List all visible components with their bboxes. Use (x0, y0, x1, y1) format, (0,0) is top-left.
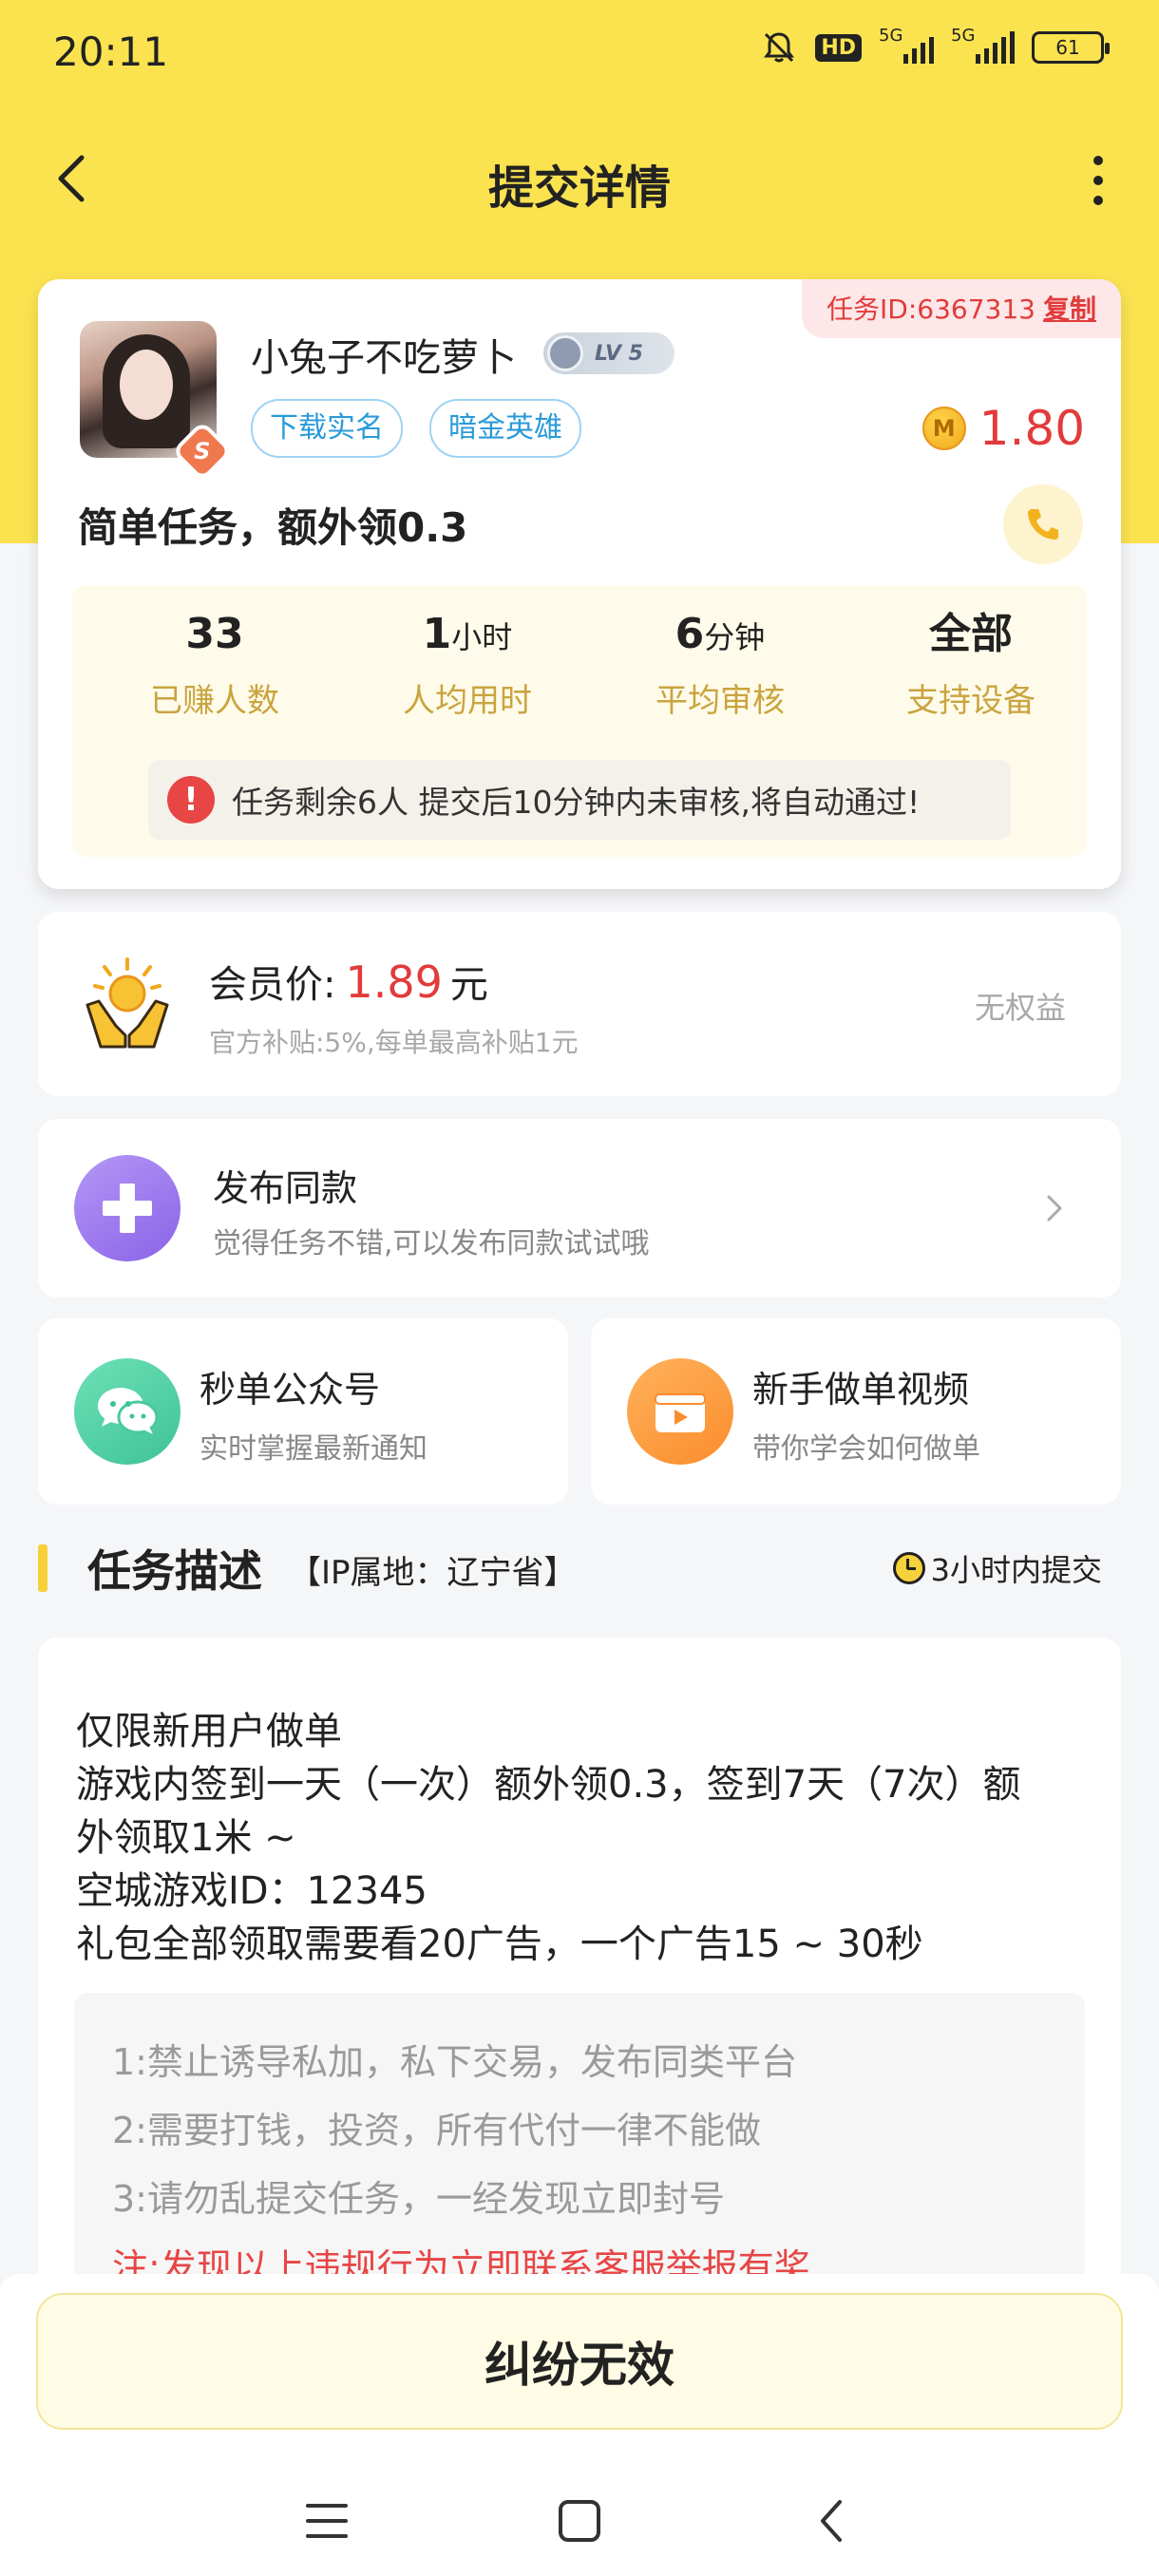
system-navigation-bar (0, 2454, 1159, 2576)
desc-line: 游戏内签到一天（一次）额外领0.3，签到7天（7次）额 (76, 1763, 1021, 1807)
copy-id-button[interactable]: 复制 (1043, 294, 1096, 325)
status-time: 20:11 (53, 28, 169, 75)
reward-value: 1.80 (978, 401, 1085, 456)
menu-icon[interactable] (298, 2492, 355, 2549)
section-title: 任务描述 (87, 1545, 262, 1597)
task-id-tag: 任务ID:6367313 复制 (802, 279, 1121, 338)
back-nav-icon[interactable] (804, 2492, 861, 2549)
stat-devices: 全部 支持设备 (906, 610, 1036, 720)
stat-avg-review: 6分钟 平均审核 (656, 610, 785, 720)
battery-icon: 61 (1032, 31, 1110, 64)
ip-location: 【IP属地：辽宁省】 (289, 1554, 577, 1592)
status-bar: 20:11 HD 5G 5G 61 (0, 0, 1159, 104)
plus-icon (74, 1155, 180, 1261)
publish-subtitle: 觉得任务不错,可以发布同款试试哦 (213, 1227, 650, 1260)
video-title: 新手做单视频 (752, 1369, 970, 1411)
nav-bar: 提交详情 (0, 133, 1159, 224)
wechat-title: 秒单公众号 (200, 1369, 381, 1411)
dispute-invalid-button[interactable]: 纠纷无效 (36, 2293, 1123, 2430)
rule-item: 2:需要打钱，投资，所有代付一律不能做 (112, 2110, 761, 2151)
desc-line: 空城游戏ID：12345 (76, 1869, 428, 1913)
video-icon (627, 1358, 733, 1465)
stats-box: 33 已赚人数 1小时 人均用时 6分钟 平均审核 全部 支持设备 ! 任务剩余… (72, 585, 1087, 857)
hd-badge: HD (815, 33, 862, 62)
level-icon (547, 335, 583, 371)
tag-download-realname: 下载实名 (251, 399, 403, 458)
clock-icon (892, 1552, 925, 1584)
member-price: 会员价: 1.89 元 (209, 957, 488, 1008)
member-price-value: 1.89 (345, 957, 443, 1008)
phone-icon[interactable] (1003, 484, 1083, 564)
rule-item: 3:请勿乱提交任务，一经发现立即封号 (112, 2178, 725, 2220)
wechat-official-card[interactable]: 秒单公众号 实时掌握最新通知 (38, 1318, 568, 1505)
desc-line: 礼包全部领取需要看20广告，一个广告15 ~ 30秒 (76, 1923, 923, 1966)
member-benefit-status: 无权益 (974, 990, 1066, 1026)
reward: M 1.80 (922, 401, 1085, 456)
chevron-right-icon (1047, 1195, 1062, 1222)
task-notice: ! 任务剩余6人 提交后10分钟内未审核,将自动通过! (148, 760, 1011, 840)
bottom-action-bar: 纠纷无效 (0, 2274, 1159, 2576)
desc-line: 外领取1米 ~ (76, 1816, 296, 1860)
bell-muted-icon (764, 32, 795, 63)
publish-same-card[interactable]: 发布同款 觉得任务不错,可以发布同款试试哦 (38, 1119, 1121, 1297)
member-subsidy-text: 官方补贴:5%,每单最高补贴1元 (209, 1027, 579, 1058)
publish-title: 发布同款 (213, 1167, 358, 1209)
level-badge: LV 5 (543, 332, 674, 374)
signal-icon: 5G (879, 26, 934, 64)
submit-deadline: 3小时内提交 (892, 1546, 1102, 1590)
coin-icon: M (922, 407, 966, 450)
status-icons: HD 5G 5G 61 (760, 26, 1110, 66)
page-title: 提交详情 (487, 161, 671, 215)
home-icon[interactable] (551, 2492, 608, 2549)
member-price-card[interactable]: 会员价: 1.89 元 官方补贴:5%,每单最高补贴1元 无权益 (38, 912, 1121, 1096)
username: 小兔子不吃萝卜 (251, 336, 517, 380)
rule-item: 1:禁止诱导私加，私下交易，发布同类平台 (112, 2041, 797, 2083)
tag-game-name: 暗金英雄 (429, 399, 581, 458)
video-subtitle: 带你学会如何做单 (752, 1432, 980, 1466)
wechat-icon (74, 1358, 180, 1465)
section-accent-bar (38, 1544, 48, 1592)
hands-coin-icon (86, 957, 169, 1049)
signal-icon-2: 5G (951, 26, 1015, 64)
task-title: 简单任务，额外领0.3 (78, 504, 468, 551)
warning-icon: ! (167, 776, 215, 824)
desc-line: 仅限新用户做单 (76, 1710, 342, 1753)
task-card: 任务ID:6367313 复制 S 小兔子不吃萝卜 LV 5 下载实名 暗金英雄 … (38, 279, 1121, 889)
task-description-header: 任务描述 【IP属地：辽宁省】 3小时内提交 (0, 1533, 1159, 1605)
more-options-icon[interactable] (1079, 150, 1117, 211)
stat-avg-time: 1小时 人均用时 (403, 610, 532, 720)
task-id: 任务ID:6367313 (826, 294, 1036, 325)
wechat-subtitle: 实时掌握最新通知 (200, 1432, 428, 1466)
stat-earned: 33 已赚人数 (150, 610, 279, 720)
newbie-video-card[interactable]: 新手做单视频 带你学会如何做单 (591, 1318, 1121, 1505)
